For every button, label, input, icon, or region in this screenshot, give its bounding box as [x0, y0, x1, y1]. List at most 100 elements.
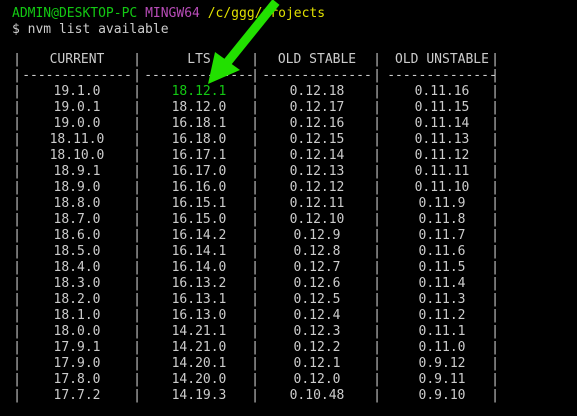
column-separator: |: [373, 116, 381, 131]
version-cell: 0.11.16: [414, 84, 470, 99]
version-cell: 19.1.0: [53, 84, 101, 99]
column-separator: |: [133, 196, 141, 211]
column-separator: |: [133, 372, 141, 387]
version-cell: 18.10.0: [49, 148, 105, 163]
version-cell: 18.2.0: [53, 292, 101, 307]
version-cell: 18.11.0: [49, 132, 105, 147]
divider-dashes: --------------: [22, 68, 132, 83]
column-separator: |: [133, 84, 141, 99]
version-cell: 0.12.6: [293, 276, 341, 291]
column-separator: |: [13, 260, 21, 275]
version-cell: 17.9.0: [53, 356, 101, 371]
version-cell: 0.11.3: [418, 292, 466, 307]
column-separator: |: [13, 292, 21, 307]
command-line: $ nvm list available: [12, 22, 169, 37]
prompt-user-host: ADMIN@DESKTOP-PC: [12, 6, 138, 21]
version-cell: 16.15.1: [171, 196, 227, 211]
prompt-shell: MINGW64: [145, 6, 200, 21]
version-cell: 17.7.2: [53, 388, 101, 403]
column-separator: |: [13, 100, 21, 115]
column-separator: |: [133, 324, 141, 339]
version-cell: 0.11.13: [414, 132, 470, 147]
version-cell: 18.4.0: [53, 260, 101, 275]
version-cell: 0.11.2: [418, 308, 466, 323]
version-cell: 0.12.0: [293, 372, 341, 387]
version-cell: 0.9.11: [418, 372, 466, 387]
column-header: OLD STABLE: [277, 52, 357, 67]
column-separator: |: [13, 388, 21, 403]
column-separator: |: [13, 148, 21, 163]
version-cell: 16.14.0: [171, 260, 227, 275]
version-cell: 0.12.16: [289, 116, 345, 131]
version-cell: 18.8.0: [53, 196, 101, 211]
column-separator: |: [13, 276, 21, 291]
version-cell: 0.11.6: [418, 244, 466, 259]
version-cell: 0.12.4: [293, 308, 341, 323]
column-separator: |: [373, 132, 381, 147]
version-cell: 19.0.1: [53, 100, 101, 115]
prompt-path: /c/ggg/projects: [207, 6, 326, 21]
version-cell: 19.0.0: [53, 116, 101, 131]
column-separator: |: [373, 212, 381, 227]
column-separator: |: [13, 324, 21, 339]
column-separator: |: [13, 340, 21, 355]
version-cell: 0.12.3: [293, 324, 341, 339]
column-separator: |: [133, 292, 141, 307]
version-cell: 16.18.0: [171, 132, 227, 147]
version-cell: 18.5.0: [53, 244, 101, 259]
version-cell: 0.10.48: [289, 388, 345, 403]
version-cell: 17.8.0: [53, 372, 101, 387]
version-cell: 0.11.11: [414, 164, 470, 179]
column-separator: |: [373, 308, 381, 323]
version-cell: 0.11.15: [414, 100, 470, 115]
version-cell: 0.11.8: [418, 212, 466, 227]
version-cell: 0.12.17: [289, 100, 345, 115]
version-cell: 18.3.0: [53, 276, 101, 291]
version-cell: 0.11.10: [414, 180, 470, 195]
column-separator: |: [133, 52, 141, 67]
column-separator: |: [373, 372, 381, 387]
version-cell: 16.17.1: [171, 148, 227, 163]
version-cell: 0.9.12: [418, 356, 466, 371]
column-separator: |: [133, 228, 141, 243]
version-cell: 16.17.0: [171, 164, 227, 179]
highlighted-version-cell: 18.12.1: [171, 84, 227, 99]
version-cell: 18.0.0: [53, 324, 101, 339]
column-separator: |: [373, 228, 381, 243]
version-cell: 16.13.0: [171, 308, 227, 323]
column-separator: |: [13, 180, 21, 195]
terminal-window[interactable]: ADMIN@DESKTOP-PC MINGW64 /c/ggg/projects…: [0, 0, 577, 416]
column-separator: |: [13, 356, 21, 371]
version-cell: 0.12.8: [293, 244, 341, 259]
version-cell: 0.12.10: [289, 212, 345, 227]
version-cell: 18.9.0: [53, 180, 101, 195]
column-header: LTS: [187, 52, 211, 67]
column-separator: |: [373, 260, 381, 275]
column-separator: |: [373, 68, 381, 83]
version-cell: 0.12.11: [289, 196, 345, 211]
version-cell: 0.12.18: [289, 84, 345, 99]
column-separator: |: [133, 276, 141, 291]
column-separator: |: [13, 68, 21, 83]
column-separator: |: [373, 148, 381, 163]
column-separator: |: [133, 164, 141, 179]
prompt-line: ADMIN@DESKTOP-PC MINGW64 /c/ggg/projects: [12, 6, 325, 22]
column-separator: |: [133, 340, 141, 355]
version-cell: 0.11.1: [418, 324, 466, 339]
column-separator: |: [13, 244, 21, 259]
version-cell: 16.14.2: [171, 228, 227, 243]
divider-dashes: --------------: [144, 68, 254, 83]
column-separator: |: [373, 244, 381, 259]
column-separator: |: [373, 276, 381, 291]
version-cell: 0.12.13: [289, 164, 345, 179]
column-separator: |: [133, 260, 141, 275]
column-separator: |: [13, 308, 21, 323]
column-separator: |: [373, 52, 381, 67]
version-cell: 0.11.9: [418, 196, 466, 211]
version-cell: 14.21.1: [171, 324, 227, 339]
column-separator: |: [133, 388, 141, 403]
column-separator: |: [133, 212, 141, 227]
version-cell: 0.12.7: [293, 260, 341, 275]
version-cell: 18.6.0: [53, 228, 101, 243]
column-separator: |: [13, 212, 21, 227]
